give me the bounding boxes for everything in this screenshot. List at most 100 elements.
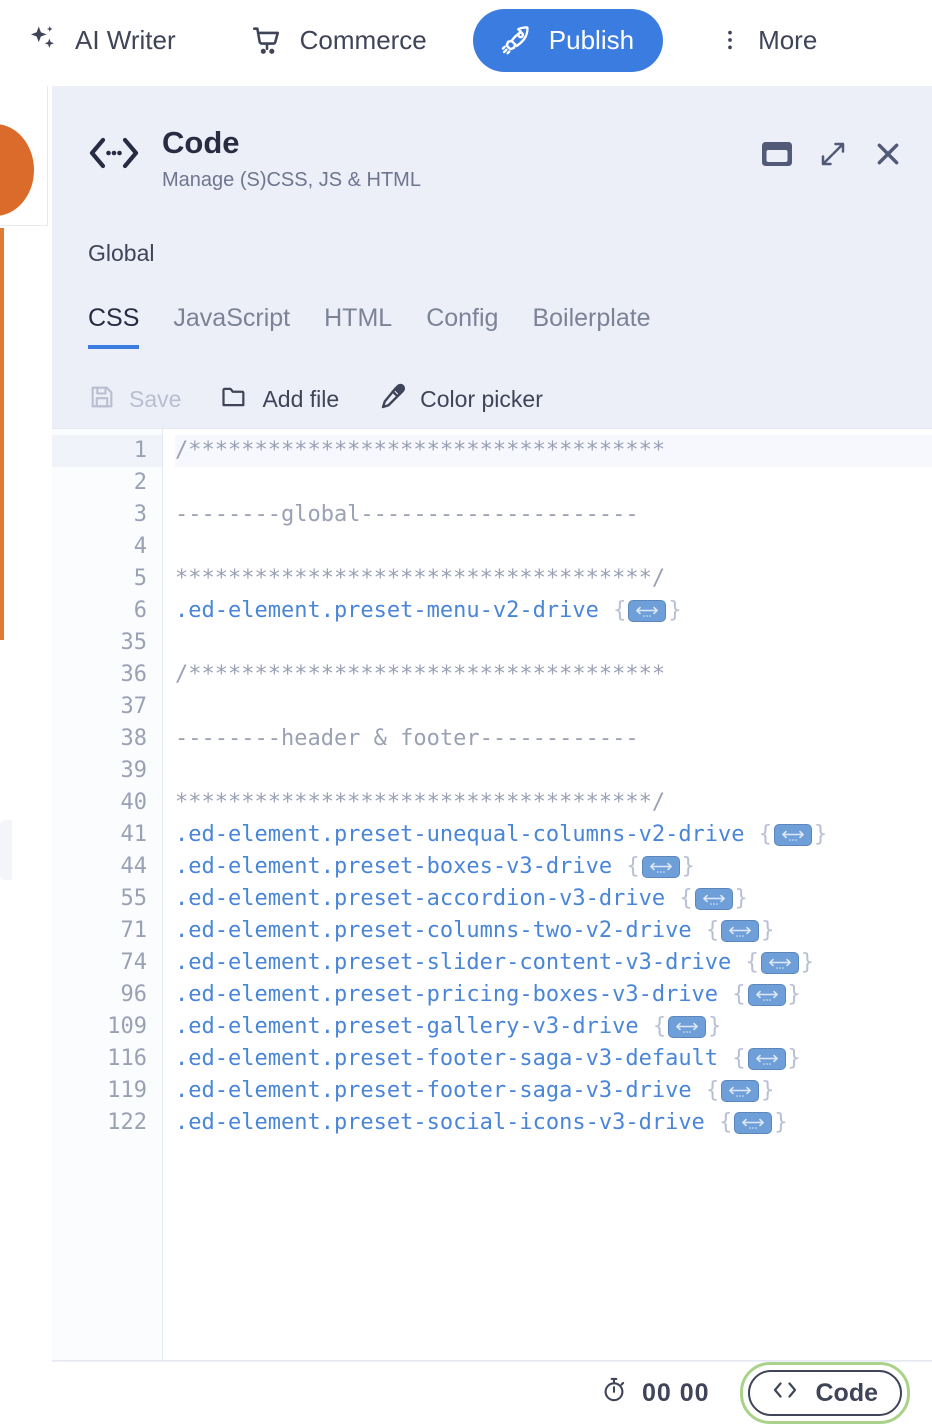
stopwatch-icon [600,1376,628,1411]
editor-code-line[interactable] [175,691,932,723]
editor-line-number: 116 [107,1046,147,1071]
editor-line-number: 71 [120,918,148,943]
rocket-icon [499,23,533,57]
code-fold-widget[interactable] [774,824,813,846]
editor-code-line[interactable]: --------global--------------------- [175,499,932,531]
tab-boilerplate[interactable]: Boilerplate [532,305,650,349]
background-side-strip [0,820,12,880]
code-fold-widget[interactable] [760,952,799,974]
close-brace: } [708,1014,722,1039]
code-panel: Code Manage (S)CSS, JS & HTML Global CSS… [52,86,932,1424]
kebab-menu-icon [717,23,743,57]
editor-line-number: 4 [133,534,147,559]
editor-code-line[interactable]: .ed-element.preset-gallery-v3-drive {} [175,1011,932,1043]
editor-code-line[interactable]: ************************************/ [175,563,932,595]
code-brackets-icon [88,132,140,179]
code-toggle-button[interactable]: Code [747,1370,902,1416]
code-fold-widget[interactable] [694,888,733,910]
editor-code-line[interactable] [175,755,932,787]
nav-item-more[interactable]: More [717,23,817,57]
publish-button[interactable]: Publish [472,8,664,72]
css-comment: --------header & footer------------ [175,726,639,751]
editor-code-line[interactable]: .ed-element.preset-slider-content-v3-dri… [175,947,932,979]
editor-line-number: 74 [120,950,148,975]
save-button-label: Save [129,386,182,413]
editor-code-line[interactable]: .ed-element.preset-unequal-columns-v2-dr… [175,819,932,851]
open-brace: { [719,1110,733,1135]
editor-code-line[interactable]: /************************************ [175,435,932,467]
tab-config[interactable]: Config [426,305,498,349]
app-root: AI Writer Commerce Publish More Code Man… [0,0,932,1424]
nav-item-label: More [758,24,818,55]
css-selector: .ed-element.preset-slider-content-v3-dri… [175,950,745,975]
floppy-disk-icon [88,383,116,417]
save-button[interactable]: Save [88,383,181,417]
editor-line-number: 38 [120,726,148,751]
editor-line-number: 2 [133,470,147,495]
code-fold-widget[interactable] [721,1080,760,1102]
editor-code-line[interactable] [175,627,932,659]
close-icon[interactable] [872,138,904,170]
close-brace: } [814,822,828,847]
code-fold-widget[interactable] [721,920,760,942]
tab-css[interactable]: CSS [88,305,140,349]
css-selector: .ed-element.preset-gallery-v3-drive [175,1014,652,1039]
sparkles-icon [26,23,60,57]
open-brace: { [705,1078,720,1103]
editor-line-number: 5 [133,566,147,591]
code-fold-widget[interactable] [641,856,680,878]
open-brace: { [652,1014,667,1039]
dock-panel-icon[interactable] [760,139,794,169]
editor-code-line[interactable]: .ed-element.preset-accordion-v3-drive {} [175,883,932,915]
expand-icon[interactable] [818,139,848,169]
top-navigation-bar: AI Writer Commerce Publish More [0,0,932,80]
nav-item-label: AI Writer [75,24,176,55]
css-selector: .ed-element.preset-social-icons-v3-drive [175,1110,719,1135]
editor-line-number: 44 [120,854,148,879]
color-picker-button[interactable]: Color picker [377,382,543,418]
code-fold-widget[interactable] [747,1048,786,1070]
editor-code-line[interactable]: /************************************ [175,659,932,691]
panel-subtitle: Manage (S)CSS, JS & HTML [162,169,421,192]
color-picker-button-label: Color picker [420,386,543,413]
code-fold-widget[interactable] [628,600,667,622]
editor-line-number: 1 [52,435,162,467]
open-brace: { [679,886,693,911]
editor-code-area[interactable]: /************************************ --… [163,429,932,1360]
css-comment: ************************************/ [175,790,666,815]
editor-code-line[interactable]: ************************************/ [175,787,932,819]
css-selector: .ed-element.preset-footer-saga-v3-drive [175,1078,705,1103]
editor-code-line[interactable]: .ed-element.preset-footer-saga-v3-defaul… [175,1043,932,1075]
open-brace: { [732,982,746,1007]
editor-code-line[interactable] [175,467,932,499]
add-file-button-label: Add file [262,386,340,413]
tab-javascript[interactable]: JavaScript [173,305,290,349]
code-fold-widget[interactable] [734,1112,773,1134]
bottom-status-bar: 00 00 Code [0,1362,932,1424]
code-fold-widget[interactable] [668,1016,707,1038]
editor-line-number: 35 [120,630,148,655]
code-scope-row: Global [52,192,932,267]
editor-line-number: 119 [107,1078,147,1103]
open-brace: { [745,950,759,975]
editor-code-line[interactable]: .ed-element.preset-menu-v2-drive {} [175,595,932,627]
nav-item-commerce[interactable]: Commerce [249,23,427,57]
editor-code-line[interactable]: --------header & footer------------ [175,723,932,755]
code-editor[interactable]: 1 2 3 4 5 6 35 36 37 38 39 40 41 44 55 71 74 96 109 116 119 1… [52,428,932,1361]
editor-code-line[interactable]: .ed-element.preset-boxes-v3-drive {} [175,851,932,883]
editor-code-line[interactable] [175,531,932,563]
nav-item-ai-writer[interactable]: AI Writer [26,23,176,57]
tab-html[interactable]: HTML [324,305,392,349]
close-brace: } [681,854,695,879]
editor-line-number: 3 [133,502,147,527]
css-selector: .ed-element.preset-boxes-v3-drive [175,854,626,879]
editor-code-line[interactable]: .ed-element.preset-social-icons-v3-drive… [175,1107,932,1139]
css-comment: /************************************ [175,662,666,687]
editor-code-line[interactable]: .ed-element.preset-pricing-boxes-v3-driv… [175,979,932,1011]
editor-code-line[interactable]: .ed-element.preset-columns-two-v2-drive … [175,915,932,947]
code-scope-label[interactable]: Global [88,240,154,266]
css-selector: .ed-element.preset-unequal-columns-v2-dr… [175,822,758,847]
add-file-button[interactable]: Add file [219,383,339,417]
editor-code-line[interactable]: .ed-element.preset-footer-saga-v3-drive … [175,1075,932,1107]
code-fold-widget[interactable] [747,984,786,1006]
